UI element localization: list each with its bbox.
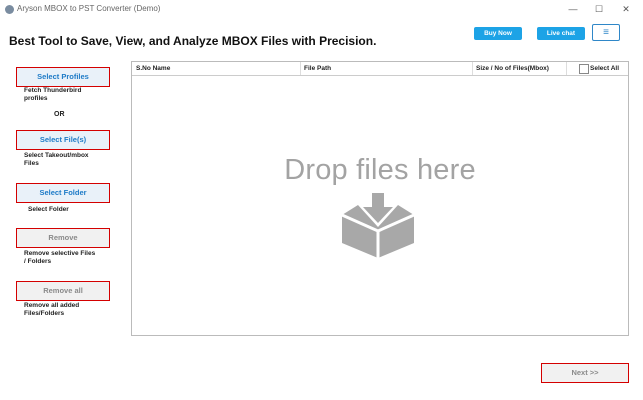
remove-all-button[interactable]: Remove all bbox=[16, 281, 110, 301]
drop-files-text: Drop files here bbox=[284, 154, 476, 186]
select-all-label: Select All bbox=[590, 65, 620, 72]
column-header-name[interactable]: S.No Name bbox=[136, 65, 170, 72]
select-folder-description: Select Folder bbox=[28, 206, 69, 213]
description-line: Fetch Thunderbird bbox=[24, 87, 82, 94]
page-heading: Best Tool to Save, View, and Analyze MBO… bbox=[9, 34, 377, 48]
maximize-button[interactable]: ☐ bbox=[591, 2, 607, 16]
app-logo-icon bbox=[5, 5, 14, 14]
window-title: Aryson MBOX to PST Converter (Demo) bbox=[17, 4, 161, 13]
description-line: Remove all added bbox=[24, 302, 80, 309]
select-files-description: Select Takeout/mbox Files bbox=[24, 152, 89, 168]
description-line: Select Takeout/mbox bbox=[24, 152, 89, 159]
select-profiles-button[interactable]: Select Profiles bbox=[16, 67, 110, 87]
minimize-button[interactable]: — bbox=[565, 2, 581, 16]
buy-now-button[interactable]: Buy Now bbox=[474, 27, 522, 40]
remove-button[interactable]: Remove bbox=[16, 228, 110, 248]
column-header-size[interactable]: Size / No of Files(Mbox) bbox=[476, 65, 549, 72]
download-tray-icon bbox=[341, 193, 415, 258]
remove-all-description: Remove all added Files/Folders bbox=[24, 302, 79, 318]
column-divider bbox=[472, 62, 473, 75]
hamburger-menu-button[interactable]: ≡ bbox=[592, 24, 620, 41]
remove-description: Remove selective Files / Folders bbox=[24, 250, 95, 266]
or-separator: OR bbox=[54, 111, 65, 118]
column-divider bbox=[300, 62, 301, 75]
description-line: Files/Folders bbox=[24, 310, 65, 317]
select-all-checkbox[interactable] bbox=[579, 64, 589, 74]
close-button[interactable]: ✕ bbox=[618, 2, 634, 16]
description-line: profiles bbox=[24, 95, 48, 102]
description-line: Remove selective Files bbox=[24, 250, 96, 257]
column-divider bbox=[566, 62, 567, 75]
description-line: Files bbox=[24, 160, 39, 167]
next-button[interactable]: Next >> bbox=[541, 363, 629, 383]
select-folder-button[interactable]: Select Folder bbox=[16, 183, 110, 203]
select-profiles-description: Fetch Thunderbird profiles bbox=[24, 87, 81, 103]
live-chat-button[interactable]: Live chat bbox=[537, 27, 585, 40]
column-header-file-path[interactable]: File Path bbox=[304, 65, 331, 72]
select-files-button[interactable]: Select File(s) bbox=[16, 130, 110, 150]
description-line: / Folders bbox=[24, 258, 52, 265]
table-header-divider bbox=[132, 75, 628, 76]
